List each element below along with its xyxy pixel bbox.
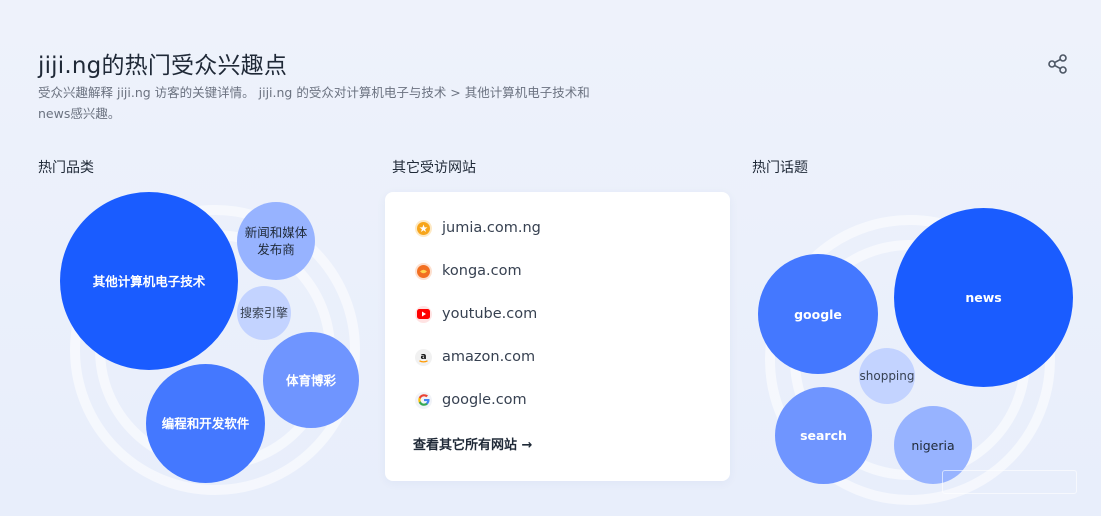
site-name: youtube.com bbox=[442, 306, 538, 322]
site-name: google.com bbox=[442, 392, 527, 408]
site-link[interactable]: google.com bbox=[415, 389, 527, 411]
topic-label: google bbox=[794, 306, 842, 322]
site-link[interactable]: youtube.com bbox=[415, 303, 537, 325]
category-bubble[interactable]: 体育博彩 bbox=[263, 332, 359, 428]
see-all-sites-link[interactable]: 查看其它所有网站 → bbox=[413, 434, 532, 453]
topic-bubble[interactable]: search bbox=[775, 387, 872, 484]
category-label: 编程和开发软件 bbox=[161, 416, 250, 431]
topic-bubble[interactable]: shopping bbox=[859, 348, 915, 404]
share-icon[interactable] bbox=[1046, 52, 1070, 76]
topic-label: news bbox=[965, 290, 1002, 305]
play-icon bbox=[415, 305, 432, 323]
watermark-box bbox=[942, 470, 1077, 494]
svg-text:a: a bbox=[420, 352, 426, 362]
category-label: 其他计算机电子技术 bbox=[92, 273, 206, 289]
topic-bubble[interactable]: news bbox=[894, 208, 1073, 387]
site-link[interactable]: a amazon.com bbox=[415, 346, 535, 368]
category-label: 体育博彩 bbox=[285, 372, 336, 388]
category-bubble[interactable]: 其他计算机电子技术 bbox=[60, 192, 238, 370]
topic-label: search bbox=[800, 428, 847, 443]
category-bubble[interactable]: 新闻和媒体发布商 bbox=[237, 202, 315, 280]
categories-label: 热门品类 bbox=[38, 160, 94, 176]
site-name: jumia.com.ng bbox=[442, 220, 541, 236]
category-label: 搜索引擎 bbox=[239, 305, 288, 320]
star-icon bbox=[415, 219, 432, 237]
amazon-icon: a bbox=[415, 348, 432, 366]
topic-label: nigeria bbox=[911, 437, 955, 453]
konga-icon bbox=[415, 262, 432, 280]
topics-label: 热门话题 bbox=[752, 160, 808, 176]
site-link[interactable]: jumia.com.ng bbox=[415, 217, 541, 239]
page-subtitle: 受众兴趣解释 jiji.ng 访客的关键详情。 jiji.ng 的受众对计算机电… bbox=[38, 85, 590, 121]
category-label: 新闻和媒体发布商 bbox=[244, 225, 308, 257]
sites-card: jumia.com.ng konga.com youtube.com a ama… bbox=[385, 192, 730, 481]
site-name: konga.com bbox=[442, 263, 522, 279]
page-title: jiji.ng的热门受众兴趣点 bbox=[38, 53, 288, 79]
google-g-icon bbox=[415, 391, 432, 409]
site-name: amazon.com bbox=[442, 349, 536, 365]
category-bubble[interactable]: 搜索引擎 bbox=[237, 286, 291, 340]
sites-label: 其它受访网站 bbox=[392, 160, 476, 176]
site-link[interactable]: konga.com bbox=[415, 260, 522, 282]
topic-bubble[interactable]: google bbox=[758, 254, 878, 374]
topic-label: shopping bbox=[859, 368, 915, 383]
category-bubble[interactable]: 编程和开发软件 bbox=[146, 364, 265, 483]
